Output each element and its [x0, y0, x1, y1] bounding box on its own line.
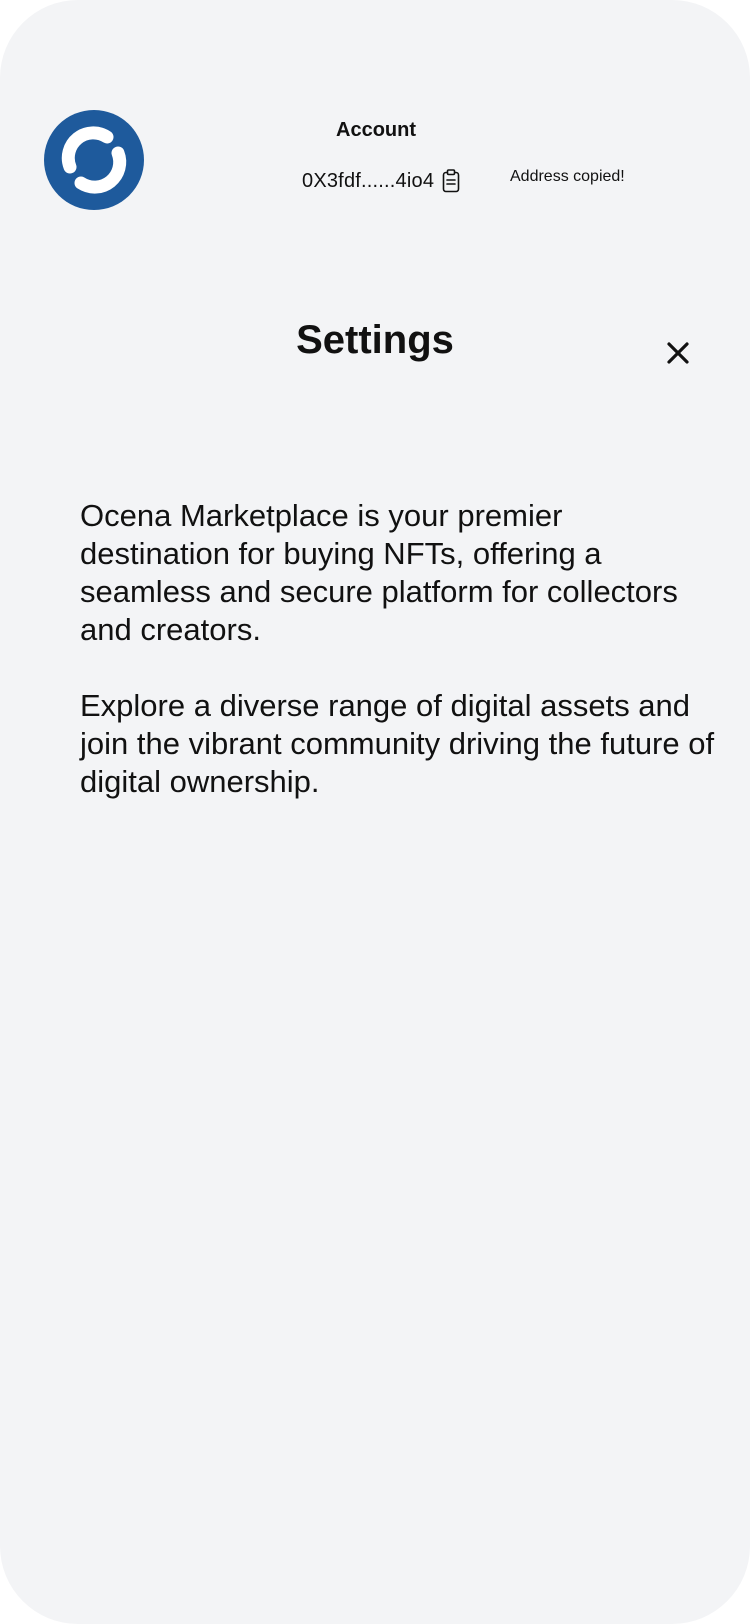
page-title: Settings — [296, 318, 454, 362]
close-icon — [667, 342, 689, 364]
wallet-address-row: 0X3fdf......4io4 — [302, 166, 460, 196]
settings-screen: Account 0X3fdf......4io4 Address copied!… — [0, 0, 750, 1624]
about-paragraph-intro: Ocena Marketplace is your premier destin… — [80, 498, 678, 647]
account-label: Account — [336, 119, 416, 141]
about-text: Ocena Marketplace is your premier destin… — [80, 497, 720, 839]
close-button[interactable] — [662, 337, 694, 369]
wallet-address: 0X3fdf......4io4 — [302, 169, 435, 192]
address-copied-message: Address copied! — [510, 168, 625, 185]
clipboard-icon[interactable] — [442, 169, 460, 193]
ocean-ring-logo-icon — [44, 110, 144, 210]
about-paragraph-explore: Explore a diverse range of digital asset… — [80, 688, 715, 799]
